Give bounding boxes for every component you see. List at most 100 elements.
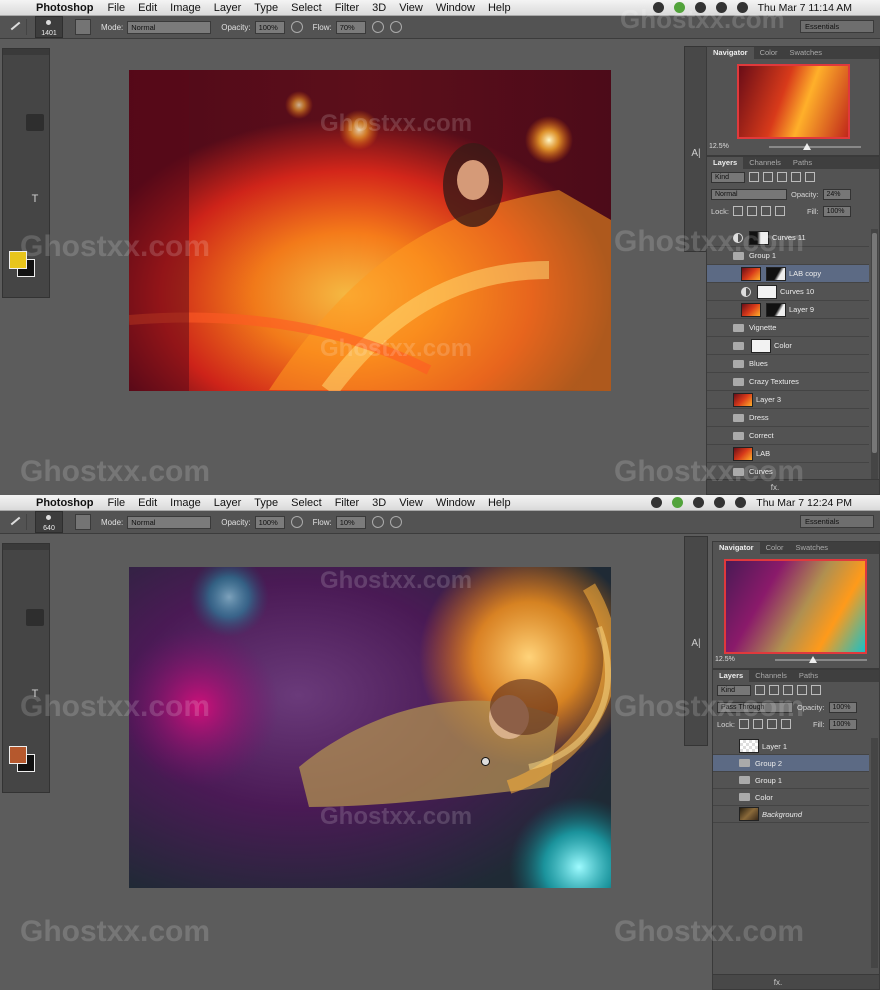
menu-select[interactable]: Select [291,2,322,14]
menu-3d[interactable]: 3D [372,497,386,509]
app-menu[interactable]: Photoshop [36,497,93,509]
menu-filter[interactable]: Filter [335,2,359,14]
layer-name[interactable]: Background [762,810,802,819]
navigator-view-box[interactable] [737,64,850,139]
tab-layers[interactable]: Layers [707,157,744,169]
layer-row[interactable]: Color [713,789,869,806]
lasso-tool-icon[interactable] [4,76,22,93]
lock-transparent-icon[interactable] [738,719,749,729]
layer-row[interactable]: Layer 3 [707,391,869,409]
menu-image[interactable]: Image [170,497,201,509]
menu-edit[interactable]: Edit [138,2,157,14]
navigator-zoom-value[interactable]: 12.5% [709,143,729,150]
marquee-tool-icon[interactable] [26,552,44,569]
airbrush-icon[interactable] [371,21,384,33]
filter-smart-object-icon[interactable] [811,685,821,695]
adjustment-layer-icon[interactable] [733,232,743,243]
type-tool-icon[interactable]: T [26,685,44,702]
layer-style-icon[interactable]: fx. [771,483,779,492]
menu-filter[interactable]: Filter [335,497,359,509]
layer-opacity-field[interactable]: 100% [828,701,857,713]
paragraph-panel-icon[interactable] [689,163,703,177]
tab-color[interactable]: Color [754,47,784,59]
filter-type-icon[interactable] [783,685,793,695]
quick-mask-icon[interactable] [6,284,24,301]
workspace-switcher[interactable]: Essentials [800,515,874,528]
history-brush-tool-icon[interactable] [26,628,44,645]
layer-name[interactable]: Group 1 [755,776,782,785]
navigator-zoom-slider[interactable] [774,655,867,663]
tab-layers[interactable]: Layers [713,670,750,682]
brush-panel-toggle-icon[interactable] [75,19,91,35]
pen-tool-icon[interactable] [4,685,22,702]
layer-row[interactable]: Group 1 [707,247,869,265]
menu-type[interactable]: Type [254,497,278,509]
adjustments-panel-icon[interactable] [689,99,703,113]
layer-row[interactable]: Curves 11 [707,229,869,247]
screen-mode-icon[interactable] [29,779,47,796]
brush-preset-icon[interactable] [6,19,27,35]
layer-row[interactable]: Color [707,337,869,355]
history-panel-icon[interactable] [689,541,703,555]
layer-thumbnail[interactable] [741,302,761,317]
menu-help[interactable]: Help [488,497,511,509]
menu-window[interactable]: Window [436,497,475,509]
layer-name[interactable]: Color [774,341,792,350]
lock-position-icon[interactable] [766,719,777,729]
lock-transparent-icon[interactable] [732,206,743,216]
blend-mode-select[interactable]: Normal [711,188,787,200]
history-panel-icon[interactable] [689,51,703,65]
adjustments-panel-icon[interactable] [689,589,703,603]
filter-pixel-icon[interactable] [755,685,765,695]
layer-mask-thumbnail[interactable] [766,302,786,317]
menu-image[interactable]: Image [170,2,201,14]
eraser-tool-icon[interactable] [4,152,22,169]
navigator-zoom-value[interactable]: 12.5% [715,656,735,663]
dodge-tool-icon[interactable] [26,666,44,683]
layer-name[interactable]: Curves 11 [772,233,806,242]
airbrush-icon[interactable] [371,516,384,528]
opacity-field[interactable]: 100% [254,20,285,34]
mode-select[interactable]: Normal [127,515,212,529]
menu-view[interactable]: View [399,497,423,509]
filter-smart-object-icon[interactable] [805,172,815,182]
layer-row[interactable]: Correct [707,427,869,445]
layer-name[interactable]: LAB copy [789,269,821,278]
menu-select[interactable]: Select [291,497,322,509]
tab-paths[interactable]: Paths [787,157,818,169]
tab-swatches[interactable]: Swatches [790,542,835,554]
hand-tool-icon[interactable] [4,228,22,245]
flow-field[interactable]: 70% [335,20,366,34]
document-canvas[interactable] [129,567,611,888]
magic-wand-tool-icon[interactable] [26,571,44,588]
lock-pixels-icon[interactable] [746,206,757,216]
lock-all-icon[interactable] [780,719,791,729]
foreground-color-swatch[interactable] [9,251,27,269]
crop-tool-icon[interactable] [4,95,22,112]
navigator-view-box[interactable] [724,559,867,654]
mode-select[interactable]: Normal [127,20,212,34]
adjustment-layer-icon[interactable] [741,286,751,297]
brush-tool-icon[interactable] [26,114,44,131]
tab-channels[interactable]: Channels [743,157,787,169]
character-panel-icon[interactable]: A| [689,637,703,651]
gradient-tool-icon[interactable] [26,647,44,664]
time-machine-icon[interactable] [694,2,706,13]
path-select-tool-icon[interactable] [4,209,22,226]
magic-wand-tool-icon[interactable] [26,76,44,93]
actions-panel-icon[interactable] [689,557,703,571]
blur-tool-icon[interactable] [4,666,22,683]
layer-name[interactable]: Curves [749,467,773,476]
layer-row[interactable]: Group 2 [713,755,869,772]
healing-brush-tool-icon[interactable] [4,609,22,626]
layer-mask-thumbnail[interactable] [749,230,769,245]
brush-tool-icon[interactable] [26,609,44,626]
opacity-field[interactable]: 100% [254,515,285,529]
fill-field[interactable]: 100% [828,718,857,730]
tab-channels[interactable]: Channels [749,670,793,682]
histogram-panel-icon[interactable] [689,83,703,97]
quick-mask-icon[interactable] [6,779,24,796]
zoom-tool-icon[interactable] [26,723,44,740]
volume-icon[interactable] [736,2,748,13]
layer-name[interactable]: Vignette [749,323,776,332]
